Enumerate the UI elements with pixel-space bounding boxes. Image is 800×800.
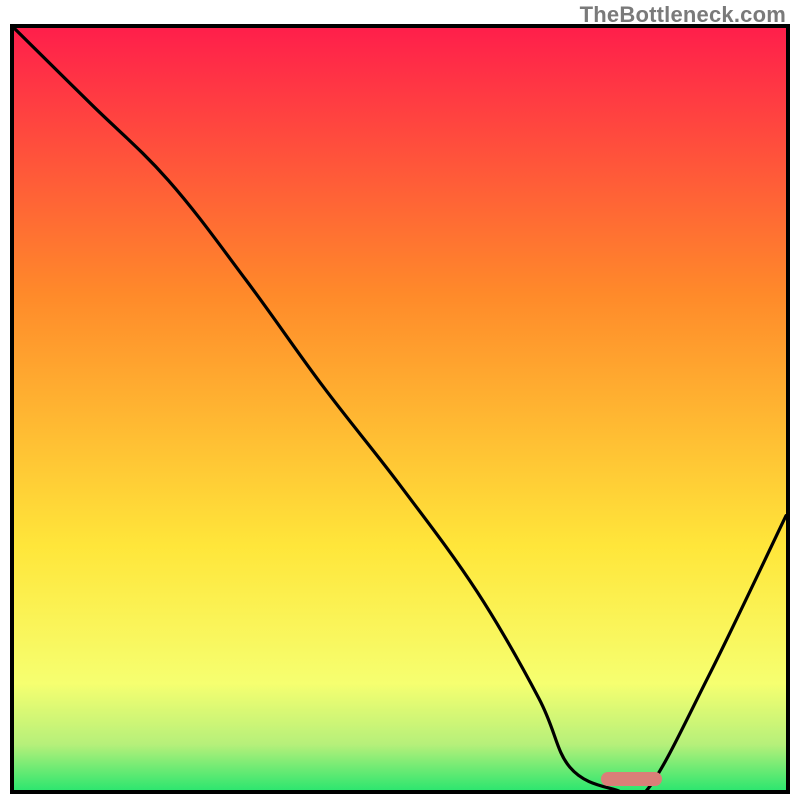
chart-frame (10, 24, 790, 794)
plot-area (14, 28, 786, 790)
bottleneck-curve (14, 28, 786, 790)
optimal-marker (601, 772, 663, 786)
